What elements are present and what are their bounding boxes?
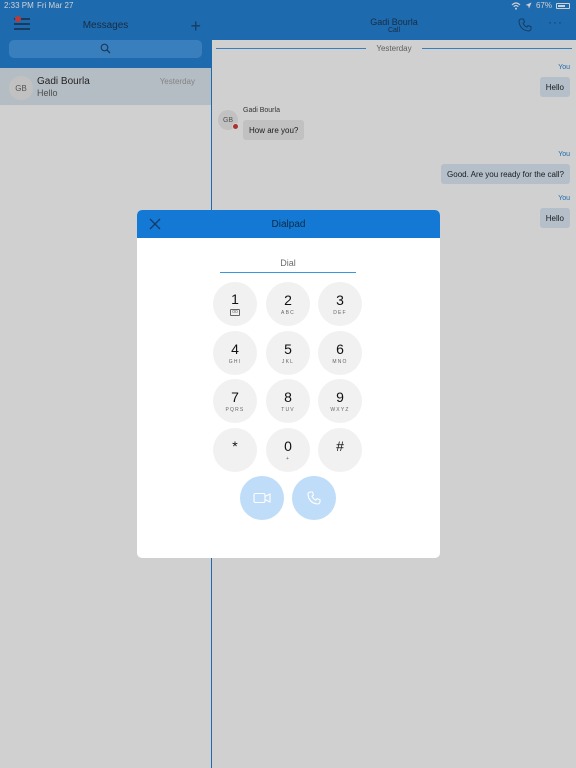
video-call-button[interactable] (240, 476, 284, 520)
dialpad-key-hash[interactable]: # (318, 428, 362, 472)
dialpad-header: Dialpad (137, 210, 440, 238)
dialpad-key-star[interactable]: * (213, 428, 257, 472)
video-call-icon (253, 492, 271, 504)
dialpad-modal: Dialpad 1 oo 2 ABC 3 DEF 4 GHI 5 JKL 6 M… (137, 210, 440, 558)
audio-call-icon (307, 491, 321, 505)
dialpad-key-5[interactable]: 5 JKL (266, 331, 310, 375)
dialpad-key-7[interactable]: 7 PQRS (213, 379, 257, 423)
dialpad-key-2[interactable]: 2 ABC (266, 282, 310, 326)
dialpad-key-6[interactable]: 6 MNO (318, 331, 362, 375)
dialpad-key-1[interactable]: 1 oo (213, 282, 257, 326)
dialpad-title: Dialpad (271, 219, 306, 230)
dialpad-key-3[interactable]: 3 DEF (318, 282, 362, 326)
dialpad-key-9[interactable]: 9 WXYZ (318, 379, 362, 423)
dialpad-key-8[interactable]: 8 TUV (266, 379, 310, 423)
audio-call-button[interactable] (292, 476, 336, 520)
dialpad-key-4[interactable]: 4 GHI (213, 331, 257, 375)
dial-input[interactable] (220, 253, 356, 273)
voicemail-icon: oo (230, 309, 240, 316)
dialpad-key-0[interactable]: 0 + (266, 428, 310, 472)
